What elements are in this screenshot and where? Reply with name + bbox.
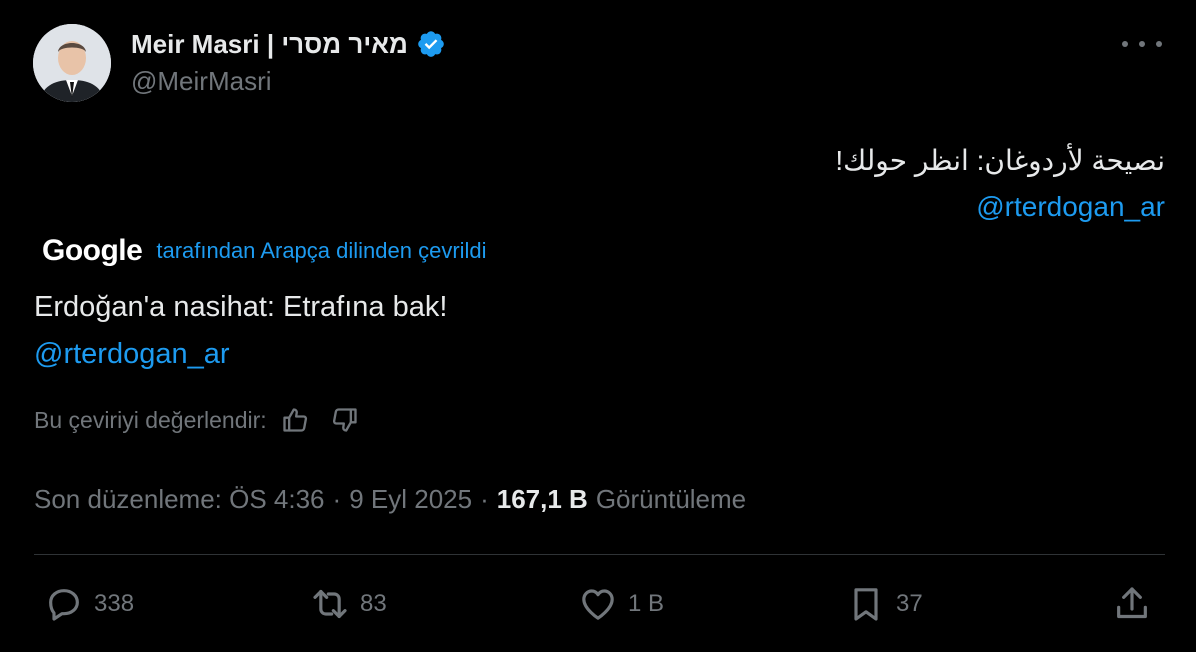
original-text: نصيحة لأردوغان: انظر حولك! (835, 145, 1165, 176)
share-button[interactable] (1112, 582, 1152, 626)
author-name-text[interactable]: Meir Masri | מאיר מסרי (131, 29, 408, 60)
avatar[interactable] (33, 24, 111, 102)
views-label: Görüntüleme (595, 484, 747, 514)
google-logo: Google (42, 234, 143, 267)
original-tweet-text: نصيحة لأردوغان: انظر حولك! @rterdogan_ar (835, 138, 1165, 230)
repost-count: 83 (360, 590, 387, 617)
views-count: 167,1 B (496, 484, 588, 514)
tweet-metadata: Son düzenleme: ÖS 4:36 · 9 Eyl 2025 · 16… (34, 484, 746, 515)
separator: · (332, 484, 342, 514)
share-icon (1117, 587, 1147, 619)
thumbs-down-icon[interactable] (331, 406, 359, 434)
heart-icon (582, 589, 614, 620)
translation-attribution: Google tarafından Arapça dilinden çevril… (42, 234, 487, 268)
translation-body: Erdoğan'a nasihat: Etrafına bak! (34, 291, 448, 323)
tweet-actions: 338 83 1 B 37 (44, 582, 1166, 626)
rate-translation-label: Bu çeviriyi değerlendir: (34, 406, 267, 433)
bookmark-count: 37 (896, 590, 923, 617)
verified-badge-icon[interactable] (416, 29, 446, 59)
divider (34, 554, 1165, 555)
edited-timestamp-link[interactable]: Son düzenleme: ÖS 4:36 (34, 484, 325, 515)
separator: · (480, 484, 489, 514)
repost-icon (313, 589, 347, 619)
bookmark-icon (854, 588, 878, 621)
tweet-header: Meir Masri | מאיר מסרי @MeirMasri (33, 24, 1166, 104)
reply-count: 338 (94, 590, 135, 617)
rate-translation: Bu çeviriyi değerlendir: (34, 406, 359, 434)
thumbs-up-icon[interactable] (281, 406, 309, 434)
tweet-date[interactable]: 9 Eyl 2025 (349, 484, 472, 515)
translated-text: Erdoğan'a nasihat: Etrafına bak! @rterdo… (34, 284, 447, 378)
translation-mention-link[interactable]: @rterdogan_ar (34, 331, 447, 378)
original-mention-link[interactable]: @rterdogan_ar (835, 184, 1165, 230)
more-options-icon[interactable] (1122, 32, 1162, 56)
bookmark-button[interactable]: 37 (846, 582, 923, 626)
reply-icon (49, 589, 79, 621)
translation-label-link[interactable]: tarafından Arapça dilinden çevrildi (156, 238, 486, 264)
like-button[interactable]: 1 B (578, 582, 664, 626)
repost-button[interactable]: 83 (310, 582, 387, 626)
author-name[interactable]: Meir Masri | מאיר מסרי (131, 26, 446, 62)
reply-button[interactable]: 338 (44, 582, 134, 626)
like-count: 1 B (628, 590, 665, 617)
author-handle[interactable]: @MeirMasri (131, 66, 446, 97)
